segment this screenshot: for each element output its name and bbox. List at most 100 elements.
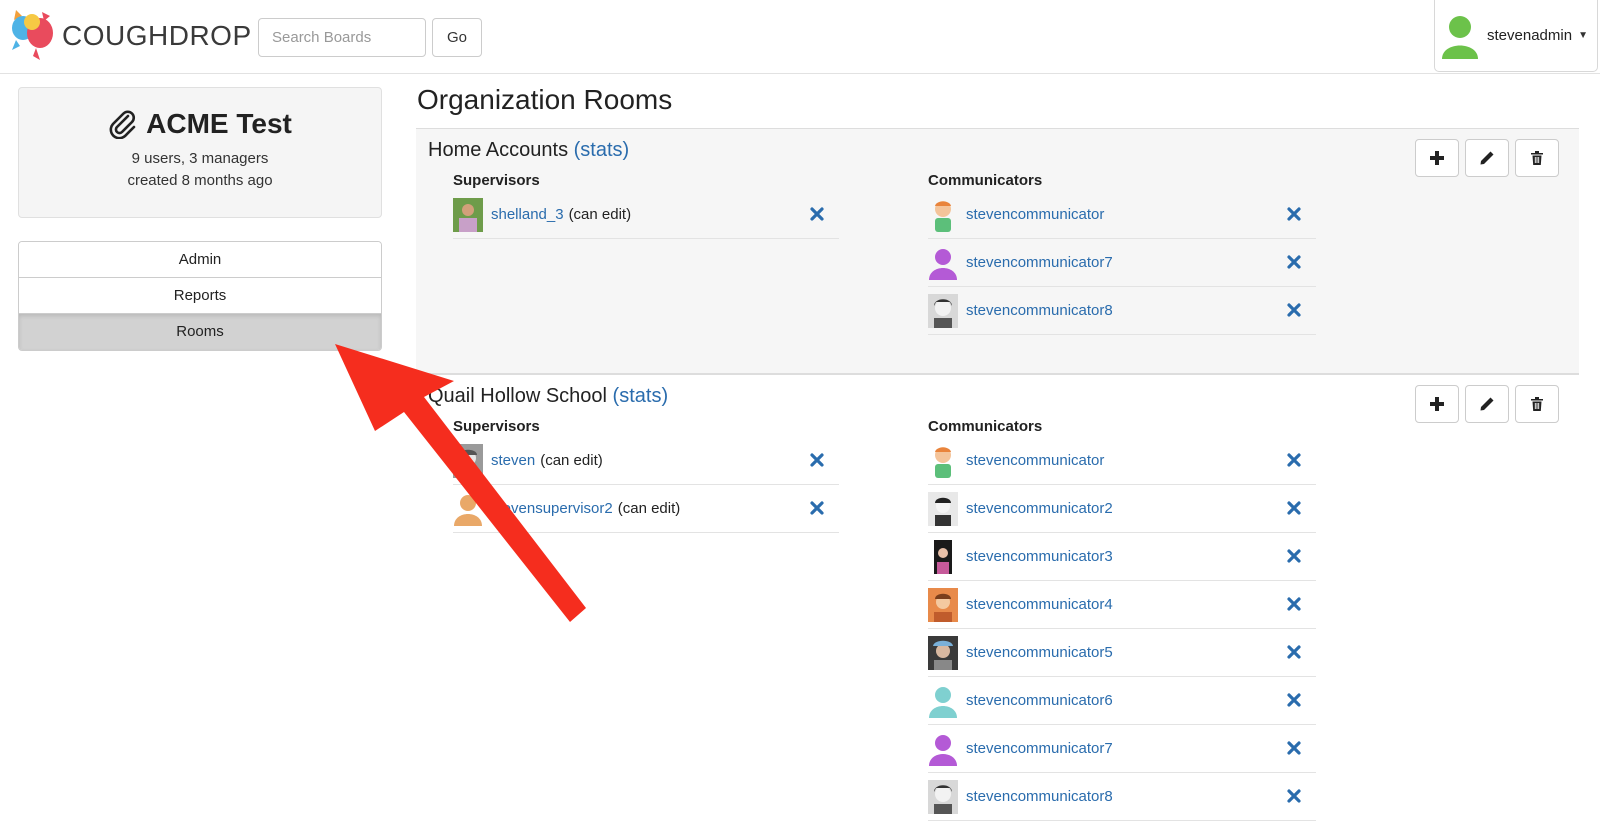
room-name: Quail Hollow School (428, 385, 607, 407)
avatar (928, 587, 958, 622)
room-actions (1415, 385, 1559, 423)
username: stevenadmin (1487, 27, 1573, 44)
member-permission: (can edit) (568, 206, 632, 223)
org-stats: 9 users, 3 managers (131, 150, 269, 167)
list-item: stevencommunicator4 (928, 581, 1316, 629)
list-item: stevencommunicator7 (928, 725, 1316, 773)
supervisors-header: Supervisors (453, 418, 540, 435)
org-created: created 8 months ago (127, 172, 273, 189)
remove-icon[interactable] (1286, 644, 1302, 660)
room-name: Home Accounts (428, 139, 569, 161)
user-menu[interactable]: stevenadmin ▼ (1434, 0, 1598, 72)
user-avatar-icon (1442, 15, 1478, 59)
nav-item-admin[interactable]: Admin (19, 242, 381, 278)
list-item: stevensupervisor2 (can edit) (453, 485, 839, 533)
paperclip-icon (109, 110, 136, 139)
member-name-link[interactable]: steven (491, 452, 535, 469)
avatar (929, 734, 957, 766)
list-item: stevencommunicator (928, 191, 1316, 239)
caret-down-icon: ▼ (1578, 30, 1588, 41)
org-name: ACME Test (146, 108, 292, 139)
room-stats-link[interactable]: (stats) (613, 385, 669, 407)
list-item: stevencommunicator (928, 437, 1316, 485)
communicators-header: Communicators (928, 418, 1043, 435)
member-name-link[interactable]: stevencommunicator3 (966, 548, 1113, 565)
room-title: Quail Hollow School (stats) (428, 385, 668, 408)
avatar (928, 293, 958, 328)
remove-icon[interactable] (809, 452, 825, 468)
member-name-link[interactable]: stevencommunicator (966, 206, 1104, 223)
coughdrop-logo-icon[interactable] (6, 6, 58, 64)
avatar (929, 248, 957, 280)
list-item: stevencommunicator8 (928, 773, 1316, 821)
list-item: stevencommunicator5 (928, 629, 1316, 677)
avatar (453, 197, 483, 232)
remove-icon[interactable] (1286, 452, 1302, 468)
pencil-icon (1480, 397, 1494, 411)
remove-icon[interactable] (1286, 302, 1302, 318)
avatar (928, 635, 958, 670)
list-item: steven (can edit) (453, 437, 839, 485)
edit-room-button[interactable] (1465, 385, 1509, 423)
remove-icon[interactable] (1286, 206, 1302, 222)
org-title: ACME Test (19, 108, 381, 140)
add-member-button[interactable] (1415, 139, 1459, 177)
list-item: stevencommunicator8 (928, 287, 1316, 335)
avatar (929, 686, 957, 718)
list-item: shelland_3 (can edit) (453, 191, 839, 239)
top-header: COUGHDROP Go stevenadmin ▼ (0, 0, 1600, 74)
member-name-link[interactable]: stevencommunicator8 (966, 302, 1113, 319)
edit-room-button[interactable] (1465, 139, 1509, 177)
communicators-header: Communicators (928, 172, 1043, 189)
avatar (934, 539, 952, 574)
room-title: Home Accounts (stats) (428, 139, 629, 162)
pencil-icon (1480, 151, 1494, 165)
room-home-accounts: Home Accounts (stats) Supervisors Commun… (416, 128, 1579, 374)
member-name-link[interactable]: stevencommunicator8 (966, 788, 1113, 805)
remove-icon[interactable] (809, 500, 825, 516)
list-item: stevencommunicator2 (928, 485, 1316, 533)
member-name-link[interactable]: shelland_3 (491, 206, 564, 223)
org-side-nav: Admin Reports Rooms (18, 241, 382, 351)
supervisors-list: steven (can edit) stevensupervisor2 (can… (453, 437, 839, 533)
add-member-button[interactable] (1415, 385, 1459, 423)
member-name-link[interactable]: stevencommunicator6 (966, 692, 1113, 709)
remove-icon[interactable] (1286, 254, 1302, 270)
nav-item-reports[interactable]: Reports (19, 278, 381, 314)
nav-item-rooms[interactable]: Rooms (19, 314, 381, 350)
room-stats-link[interactable]: (stats) (574, 139, 630, 161)
supervisors-header: Supervisors (453, 172, 540, 189)
member-name-link[interactable]: stevencommunicator5 (966, 644, 1113, 661)
communicators-list: stevencommunicator stevencommunicator7 s… (928, 191, 1316, 335)
member-name-link[interactable]: stevencommunicator4 (966, 596, 1113, 613)
go-button[interactable]: Go (432, 18, 482, 57)
member-name-link[interactable]: stevencommunicator (966, 452, 1104, 469)
remove-icon[interactable] (1286, 548, 1302, 564)
communicators-list: stevencommunicator stevencommunicator2 s… (928, 437, 1316, 821)
search-boards-input[interactable] (258, 18, 426, 57)
room-actions (1415, 139, 1559, 177)
delete-room-button[interactable] (1515, 139, 1559, 177)
remove-icon[interactable] (1286, 740, 1302, 756)
member-permission: (can edit) (540, 452, 603, 469)
member-name-link[interactable]: stevencommunicator7 (966, 740, 1113, 757)
member-name-link[interactable]: stevencommunicator7 (966, 254, 1113, 271)
remove-icon[interactable] (1286, 500, 1302, 516)
member-name-link[interactable]: stevencommunicator2 (966, 500, 1113, 517)
supervisors-list: shelland_3 (can edit) (453, 191, 839, 239)
plus-icon (1430, 151, 1444, 165)
remove-icon[interactable] (1286, 596, 1302, 612)
trash-icon (1531, 151, 1543, 165)
remove-icon[interactable] (1286, 788, 1302, 804)
list-item: stevencommunicator6 (928, 677, 1316, 725)
list-item: stevencommunicator7 (928, 239, 1316, 287)
avatar (453, 443, 483, 478)
remove-icon[interactable] (809, 206, 825, 222)
trash-icon (1531, 397, 1543, 411)
avatar (928, 491, 958, 526)
delete-room-button[interactable] (1515, 385, 1559, 423)
logo-text[interactable]: COUGHDROP (62, 20, 252, 52)
member-name-link[interactable]: stevensupervisor2 (491, 500, 613, 517)
remove-icon[interactable] (1286, 692, 1302, 708)
room-quail-hollow-school: Quail Hollow School (stats) Supervisors … (416, 374, 1579, 821)
